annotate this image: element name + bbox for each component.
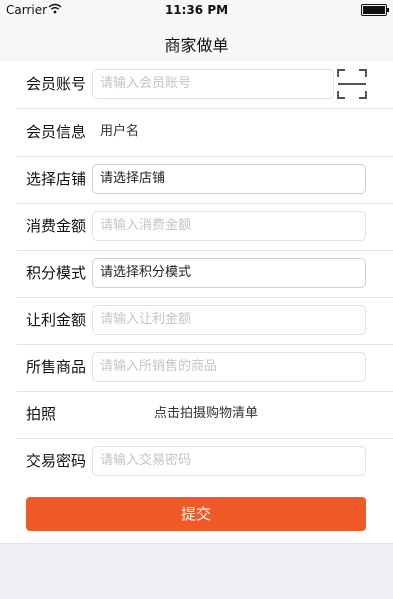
points-mode-select[interactable]: 请选择积分模式 — [92, 258, 366, 288]
amount-input[interactable]: 请输入消费金额 — [92, 211, 366, 241]
discount-input[interactable]: 请输入让利金额 — [92, 305, 366, 335]
member-account-input[interactable]: 请输入会员账号 — [92, 69, 334, 99]
photo-row: 拍照 点击拍摄购物清单 — [17, 391, 393, 439]
submit-area: 提交 — [0, 485, 393, 544]
member-info-row: 会员信息 用户名 — [17, 109, 393, 157]
discount-row: 让利金额 请输入让利金额 — [17, 297, 393, 345]
member-info-value: 用户名 — [100, 124, 140, 139]
password-row: 交易密码 请输入交易密码 — [17, 438, 393, 485]
photo-label: 拍照 — [26, 405, 57, 423]
store-label: 选择店铺 — [26, 170, 87, 188]
submit-button[interactable]: 提交 — [26, 497, 366, 531]
goods-row: 所售商品 请输入所销售的商品 — [17, 344, 393, 392]
amount-label: 消费金额 — [26, 217, 87, 235]
discount-label: 让利金额 — [26, 311, 87, 329]
member-account-row: 会员账号 请输入会员账号 — [17, 61, 393, 109]
page-title: 商家做单 — [164, 36, 229, 55]
take-photo-button[interactable]: 点击拍摄购物清单 — [154, 405, 258, 423]
password-label: 交易密码 — [26, 452, 87, 470]
member-account-label: 会员账号 — [26, 75, 87, 93]
amount-row: 消费金额 请输入消费金额 — [17, 203, 393, 251]
points-mode-row: 积分模式 请选择积分模式 — [17, 250, 393, 298]
store-select[interactable]: 请选择店铺 — [92, 164, 366, 194]
store-row: 选择店铺 请选择店铺 — [17, 156, 393, 204]
scan-icon[interactable] — [336, 68, 368, 100]
status-time: 11:36 PM — [164, 3, 229, 17]
password-input[interactable]: 请输入交易密码 — [92, 446, 366, 476]
goods-label: 所售商品 — [26, 358, 87, 376]
order-form: 会员账号 请输入会员账号 会员信息 用户名 选择店铺 请选择店铺 消费金额 请输… — [0, 61, 393, 485]
battery-icon — [361, 4, 389, 16]
goods-input[interactable]: 请输入所销售的商品 — [92, 352, 366, 382]
member-info-label: 会员信息 — [26, 123, 87, 141]
status-bar: Carrier 11:36 PM — [0, 0, 393, 20]
points-mode-label: 积分模式 — [26, 264, 87, 282]
navigation-bar: 商家做单 — [0, 20, 393, 65]
